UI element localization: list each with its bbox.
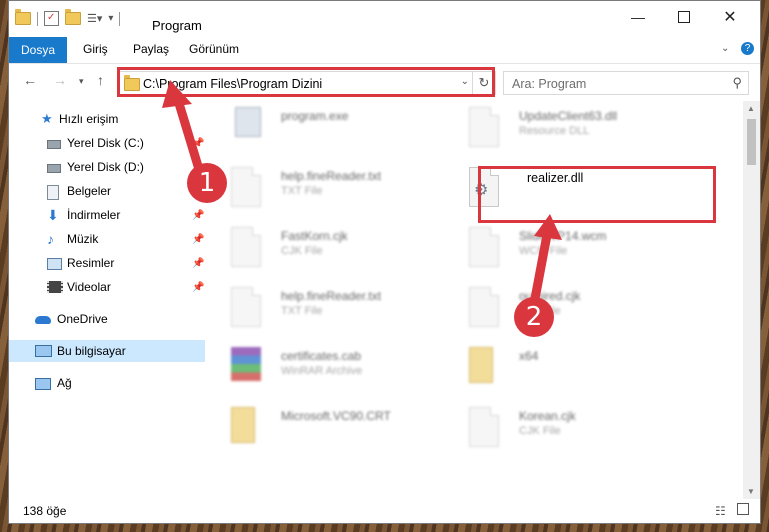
arrow-1 <box>162 80 206 181</box>
step-badge-1: 1 <box>187 163 227 203</box>
arrow-2 <box>529 214 562 309</box>
step-badge-2: 2 <box>514 297 554 337</box>
annotation-arrows <box>162 80 562 309</box>
